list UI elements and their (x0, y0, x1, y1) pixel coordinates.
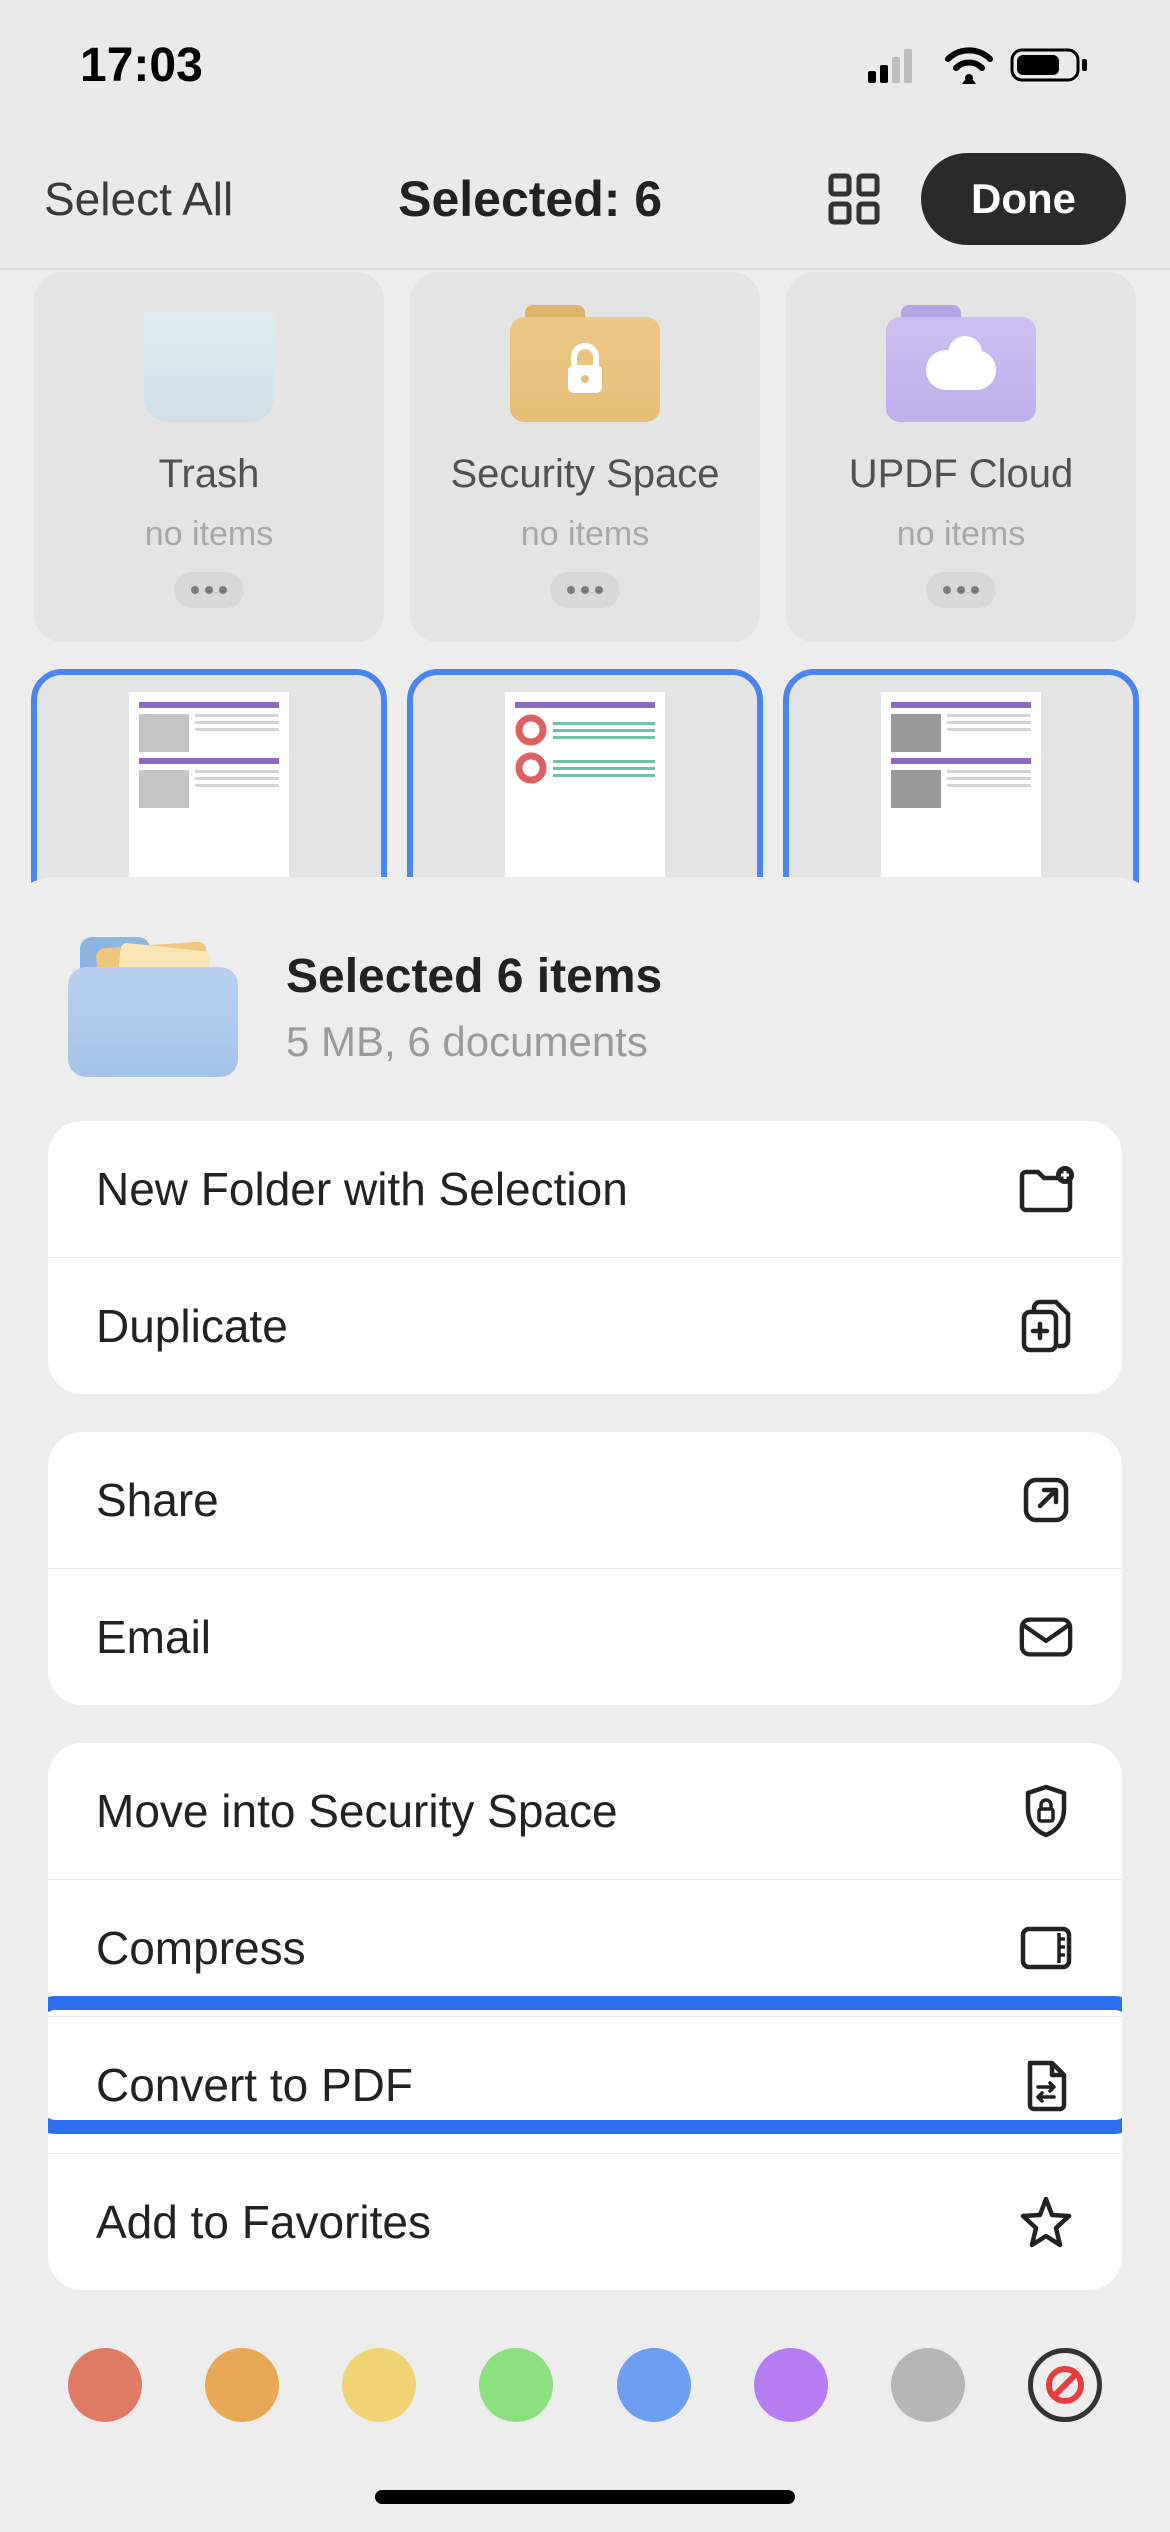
tag-red[interactable] (68, 2348, 142, 2422)
action-share[interactable]: Share (48, 1432, 1122, 1568)
home-indicator[interactable] (375, 2490, 795, 2504)
folder-plus-icon (1018, 1161, 1074, 1217)
star-icon (1018, 2194, 1074, 2250)
share-icon (1018, 1472, 1074, 1528)
action-sheet: Selected 6 items 5 MB, 6 documents New F… (0, 877, 1170, 2532)
copy-plus-icon (1018, 1298, 1074, 1354)
battery-icon (1010, 46, 1090, 84)
action-compress[interactable]: Compress (48, 1879, 1122, 2016)
action-label: Convert to PDF (96, 2058, 413, 2112)
tag-purple[interactable] (754, 2348, 828, 2422)
action-new-folder[interactable]: New Folder with Selection (48, 1121, 1122, 1257)
action-group-2: Share Email (48, 1432, 1122, 1705)
tag-green[interactable] (479, 2348, 553, 2422)
action-convert-pdf[interactable]: Convert to PDF (48, 2016, 1122, 2153)
cellular-icon (868, 47, 928, 83)
sheet-subtitle: 5 MB, 6 documents (286, 1018, 662, 1066)
action-duplicate[interactable]: Duplicate (48, 1257, 1122, 1394)
grid-view-icon[interactable] (827, 172, 881, 226)
selected-count-label: Selected: 6 (398, 170, 662, 228)
shield-lock-icon (1018, 1783, 1074, 1839)
status-time: 17:03 (80, 38, 203, 93)
done-button[interactable]: Done (921, 153, 1126, 245)
file-swap-icon (1018, 2057, 1074, 2113)
sheet-header: Selected 6 items 5 MB, 6 documents (48, 937, 1122, 1121)
action-label: Add to Favorites (96, 2195, 431, 2249)
archive-icon (1018, 1920, 1074, 1976)
tag-blue[interactable] (617, 2348, 691, 2422)
action-group-1: New Folder with Selection Duplicate (48, 1121, 1122, 1394)
action-add-favorites[interactable]: Add to Favorites (48, 2153, 1122, 2290)
status-bar: 17:03 (0, 0, 1170, 130)
tag-gray[interactable] (891, 2348, 965, 2422)
status-icons (868, 46, 1090, 84)
tag-clear-button[interactable] (1028, 2348, 1102, 2422)
action-label: Duplicate (96, 1299, 288, 1353)
action-label: New Folder with Selection (96, 1162, 628, 1216)
action-label: Move into Security Space (96, 1784, 618, 1838)
sheet-title: Selected 6 items (286, 949, 662, 1004)
mail-icon (1018, 1609, 1074, 1665)
action-label: Share (96, 1473, 219, 1527)
action-label: Compress (96, 1921, 306, 1975)
wifi-icon (944, 46, 994, 84)
tag-yellow[interactable] (342, 2348, 416, 2422)
tag-orange[interactable] (205, 2348, 279, 2422)
folder-selection-icon (68, 937, 238, 1077)
action-label: Email (96, 1610, 211, 1664)
action-email[interactable]: Email (48, 1568, 1122, 1705)
color-tag-row (48, 2328, 1122, 2422)
select-all-button[interactable]: Select All (44, 172, 233, 226)
selection-header: Select All Selected: 6 Done (0, 130, 1170, 270)
action-move-security[interactable]: Move into Security Space (48, 1743, 1122, 1879)
action-group-3: Move into Security Space Compress Conver… (48, 1743, 1122, 2290)
